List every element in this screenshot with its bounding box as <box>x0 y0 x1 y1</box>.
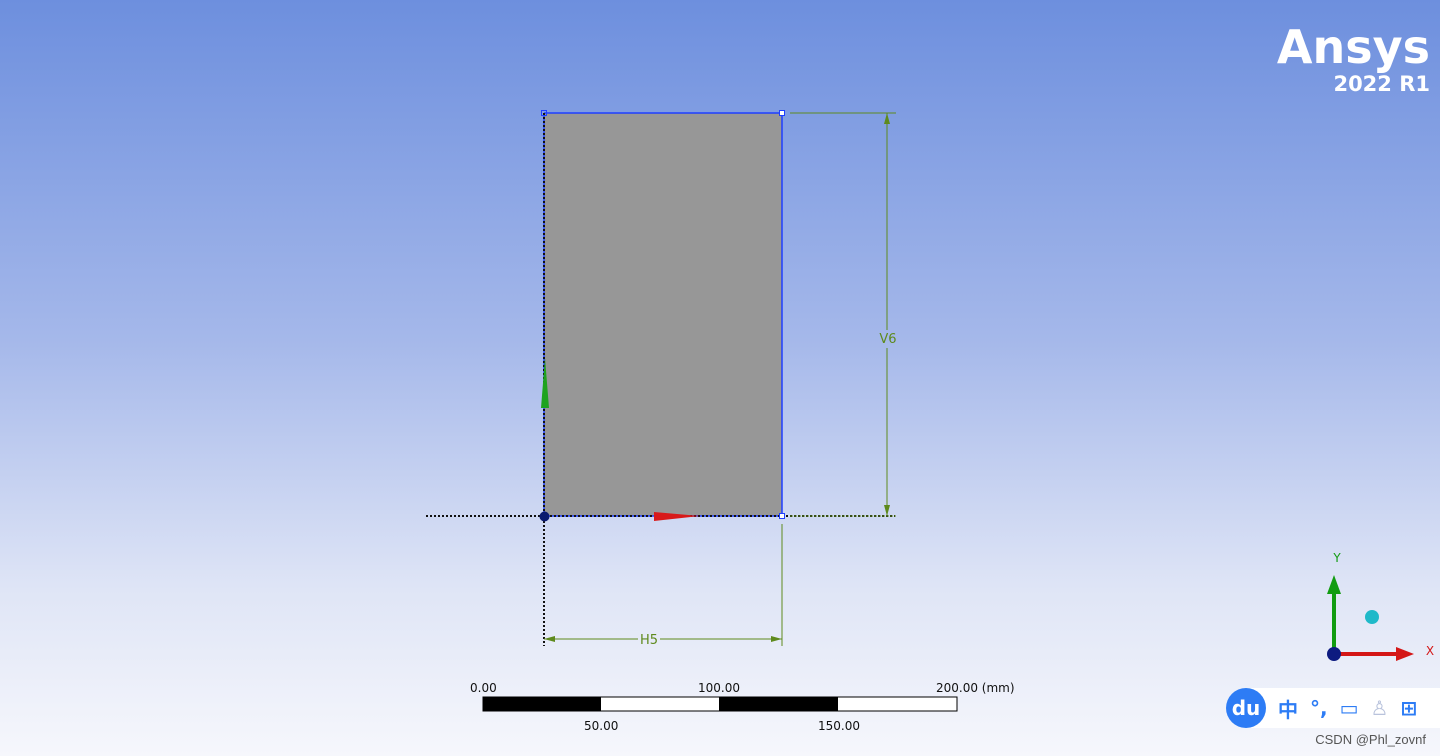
axis-triad[interactable] <box>1327 575 1414 661</box>
scale-bar <box>482 696 958 712</box>
sketch-face[interactable] <box>544 113 782 516</box>
vertex-top-right[interactable] <box>779 110 785 116</box>
isometric-view-ball[interactable] <box>1365 610 1379 624</box>
dimension-h5[interactable] <box>544 524 783 646</box>
ime-keyboard-icon[interactable]: ▭ <box>1340 696 1359 720</box>
ime-logo-icon[interactable]: du <box>1226 688 1266 728</box>
graphics-viewport[interactable]: V6 H5 Y X <box>0 0 1440 756</box>
triad-x-label: X <box>1426 644 1434 658</box>
ime-grid-menu-icon[interactable]: ⊞ <box>1400 696 1417 720</box>
scale-label-200: 200.00 (mm) <box>936 681 1015 695</box>
scale-label-0: 0.00 <box>470 681 497 695</box>
ime-punctuation-button[interactable]: °, <box>1310 696 1328 720</box>
scale-label-150: 150.00 <box>818 719 860 733</box>
dimension-v6[interactable] <box>790 112 896 517</box>
ime-chinese-mode-button[interactable]: 中 <box>1278 694 1298 723</box>
scale-label-100: 100.00 <box>698 681 740 695</box>
dimension-v6-label[interactable]: V6 <box>879 332 896 347</box>
triad-y-label: Y <box>1332 551 1341 565</box>
scale-label-50: 50.00 <box>584 719 619 733</box>
dimension-h5-label[interactable]: H5 <box>640 633 658 648</box>
ime-toolbar[interactable]: du 中 °, ▭ ♙ ⊞ <box>1226 688 1440 728</box>
ime-user-icon[interactable]: ♙ <box>1371 696 1389 720</box>
origin-point[interactable] <box>539 511 550 522</box>
vertex-bottom-right[interactable] <box>779 513 785 519</box>
watermark: CSDN @Phl_zovnf <box>1315 732 1426 747</box>
